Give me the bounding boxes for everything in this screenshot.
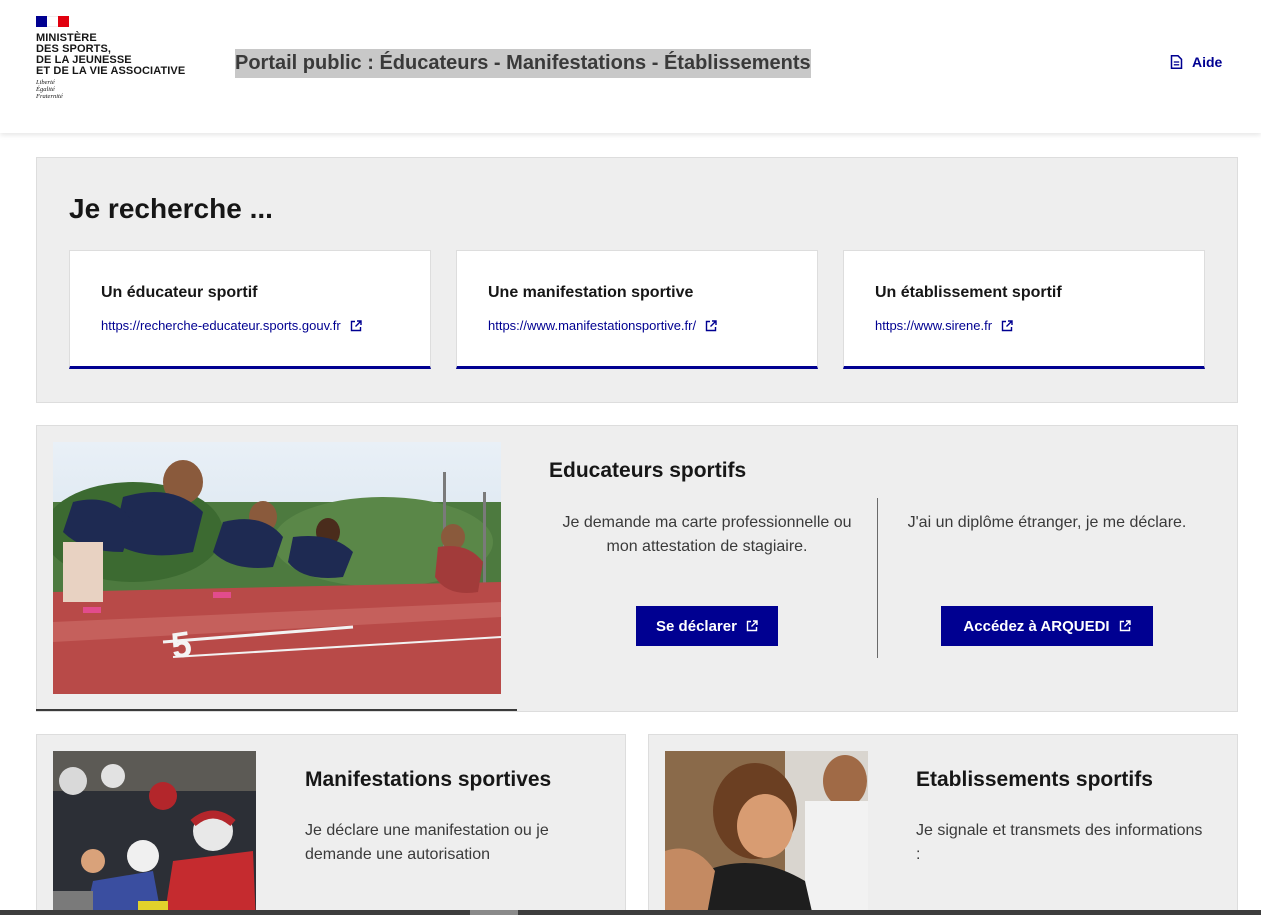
section-underline	[36, 709, 517, 711]
horizontal-scrollbar[interactable]	[0, 910, 1261, 915]
search-card-title: Un éducateur sportif	[101, 284, 258, 301]
se-declarer-button[interactable]: Se déclarer	[636, 606, 778, 646]
etablissements-title: Etablissements sportifs	[916, 768, 1153, 791]
document-icon	[1170, 55, 1183, 69]
search-card-etablissement[interactable]: Un établissement sportif https://www.sir…	[843, 250, 1205, 369]
republic-motto: Liberté Égalité Fraternité	[36, 79, 63, 100]
educateurs-declare-text: Je demande ma carte professionnelle ou m…	[562, 514, 852, 555]
external-link-icon	[705, 319, 717, 331]
manifestations-title: Manifestations sportives	[305, 768, 552, 791]
ministry-logo[interactable]: MINISTÈRE DES SPORTS, DE LA JEUNESSE ET …	[36, 16, 185, 100]
fitness-photo	[665, 751, 868, 915]
etablissements-text: Je signale et transmets des informations…	[916, 822, 1203, 863]
search-card-link[interactable]: https://www.sirene.fr	[875, 318, 1013, 333]
help-label: Aide	[1192, 54, 1223, 70]
cyclists-photo	[53, 751, 256, 915]
external-link-icon	[746, 620, 758, 632]
search-card-manifestation[interactable]: Une manifestation sportive https://www.m…	[456, 250, 818, 369]
runners-photo: 5	[53, 442, 501, 694]
search-card-title: Un établissement sportif	[875, 284, 1062, 301]
search-card-link[interactable]: https://recherche-educateur.sports.gouv.…	[101, 318, 362, 333]
ministry-name: MINISTÈRE DES SPORTS, DE LA JEUNESSE ET …	[36, 32, 186, 77]
search-card-educateur[interactable]: Un éducateur sportif https://recherche-e…	[69, 250, 431, 369]
external-link-icon	[350, 319, 362, 331]
manifestations-text: Je déclare une manifestation ou je deman…	[305, 822, 549, 863]
marianne-flag-icon	[36, 16, 69, 27]
site-title[interactable]: Portail public : Éducateurs - Manifestat…	[235, 49, 811, 78]
scrollbar-thumb[interactable]	[470, 910, 518, 915]
column-divider	[877, 498, 878, 658]
external-link-icon	[1001, 319, 1013, 331]
manifestations-card[interactable]: Manifestations sportives Je déclare une …	[36, 734, 626, 915]
educateurs-section: 5 Educateurs sportifs Je demande ma cart…	[36, 425, 1238, 712]
external-link-icon	[1119, 620, 1131, 632]
search-title: Je recherche ...	[69, 193, 273, 224]
help-link[interactable]: Aide	[1170, 54, 1222, 70]
search-card-title: Une manifestation sportive	[488, 284, 694, 301]
educateurs-diplome-text: J'ai un diplôme étranger, je me déclare.	[907, 514, 1187, 531]
site-header: MINISTÈRE DES SPORTS, DE LA JEUNESSE ET …	[0, 0, 1261, 133]
search-card-link[interactable]: https://www.manifestationsportive.fr/	[488, 318, 717, 333]
etablissements-card[interactable]: Etablissements sportifs Je signale et tr…	[648, 734, 1238, 915]
search-section: Je recherche ... Un éducateur sportif ht…	[36, 157, 1238, 403]
educateurs-title: Educateurs sportifs	[549, 459, 747, 482]
arquedi-button[interactable]: Accédez à ARQUEDI	[941, 606, 1153, 646]
